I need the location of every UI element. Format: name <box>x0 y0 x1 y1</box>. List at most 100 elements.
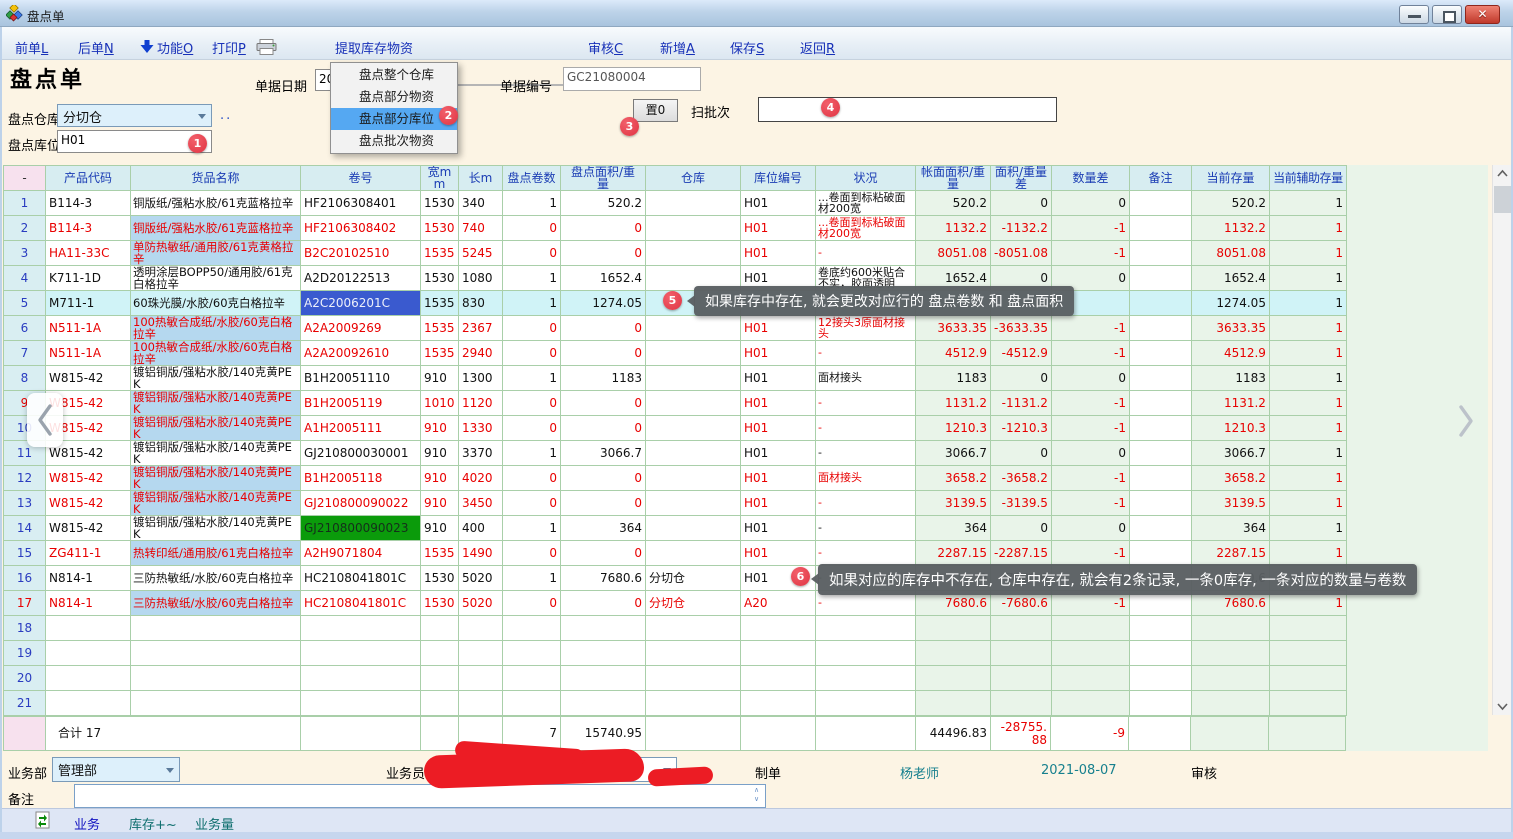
scrollbar-thumb[interactable] <box>1494 186 1511 213</box>
cell-name[interactable]: 单防热敏纸/通用胶/61克黄格拉辛 <box>131 241 301 266</box>
cell-qty[interactable]: 1 <box>503 566 561 591</box>
cell-qty[interactable]: 1 <box>503 516 561 541</box>
cell-width[interactable]: 1530 <box>421 566 459 591</box>
table-row[interactable]: 9W815-42镀铝铜版/强粘水胶/140克黄PEKB1H20051191010… <box>4 391 1347 416</box>
table-row[interactable]: 8W815-42镀铝铜版/强粘水胶/140克黄PEKB1H20051110910… <box>4 366 1347 391</box>
dept-select[interactable]: 管理部 <box>52 757 180 782</box>
cell-stock[interactable] <box>1191 616 1269 641</box>
cell-qty[interactable]: 0 <box>503 491 561 516</box>
cell-diff[interactable]: 0 <box>991 366 1052 391</box>
cell-name[interactable]: 透明涂层BOPP50/通用胶/61克白格拉辛 <box>131 266 301 291</box>
cell-loc[interactable]: H01 <box>741 391 816 416</box>
cell-width[interactable]: 1530 <box>421 191 459 216</box>
table-row[interactable]: 12W815-42镀铝铜版/强粘水胶/140克黄PEKB1H2005118910… <box>4 466 1347 491</box>
cell-stock[interactable]: 1132.2 <box>1191 216 1269 241</box>
cell-note[interactable] <box>1129 366 1191 391</box>
cell-qty[interactable]: 1 <box>503 366 561 391</box>
cell-no[interactable]: 19 <box>4 641 46 666</box>
cell-note[interactable] <box>1129 416 1191 441</box>
cell-status[interactable]: - <box>816 241 916 266</box>
cell-wh[interactable] <box>646 366 741 391</box>
toolbar-item-2[interactable]: 后单N <box>78 38 114 57</box>
cell-width[interactable]: 1535 <box>421 541 459 566</box>
cell-aux[interactable]: 1 <box>1269 516 1346 541</box>
cell-qty[interactable]: 1 <box>503 441 561 466</box>
table-row[interactable]: 3HA11-33C单防热敏纸/通用胶/61克黄格拉辛B2C20102510153… <box>4 241 1347 266</box>
cell-note[interactable] <box>1129 241 1191 266</box>
cell-stock[interactable]: 3066.7 <box>1191 441 1269 466</box>
cell-status[interactable]: - <box>816 441 916 466</box>
scroll-down-icon[interactable] <box>1493 698 1512 715</box>
cell-stock[interactable]: 364 <box>1191 516 1269 541</box>
scan-batch-input[interactable] <box>758 97 1057 122</box>
cell-wh[interactable] <box>646 541 741 566</box>
cell-book[interactable]: 3658.2 <box>916 466 991 491</box>
cell-roll[interactable]: HC2108041801C <box>301 566 421 591</box>
cell-note[interactable] <box>1129 291 1191 316</box>
table-row[interactable]: 13W815-42镀铝铜版/强粘水胶/140克黄PEKGJ21080009002… <box>4 491 1347 516</box>
cell-wh[interactable] <box>646 416 741 441</box>
cell-name[interactable]: 60珠光膜/水胶/60克白格拉辛 <box>131 291 301 316</box>
cell-area[interactable] <box>561 666 646 691</box>
cell-no[interactable]: 1 <box>4 191 46 216</box>
cell-len[interactable]: 1080 <box>459 266 503 291</box>
cell-status[interactable]: - <box>816 341 916 366</box>
cell-width[interactable]: 910 <box>421 491 459 516</box>
cell-wh[interactable] <box>646 241 741 266</box>
cell-width[interactable]: 910 <box>421 516 459 541</box>
table-row[interactable]: 2B114-3铜版纸/强粘水胶/61克蓝格拉辛HF210630840215307… <box>4 216 1347 241</box>
cell-roll[interactable]: B1H20051110 <box>301 366 421 391</box>
cell-qdiff[interactable]: -1 <box>1051 316 1129 341</box>
cell-loc[interactable]: H01 <box>741 341 816 366</box>
cell-roll[interactable] <box>301 666 421 691</box>
table-row[interactable]: 11W815-42镀铝铜版/强粘水胶/140克黄PEKGJ21080003000… <box>4 441 1347 466</box>
cell-no[interactable]: 7 <box>4 341 46 366</box>
cell-width[interactable]: 910 <box>421 416 459 441</box>
table-row[interactable]: 1B114-3铜版纸/强粘水胶/61克蓝格拉辛HF210630840115303… <box>4 191 1347 216</box>
cell-note[interactable] <box>1129 341 1191 366</box>
cell-area[interactable]: 7680.6 <box>561 566 646 591</box>
toolbar-item-6[interactable]: 审核C <box>588 38 623 57</box>
cell-diff[interactable]: -4512.9 <box>991 341 1052 366</box>
cell-code[interactable] <box>46 666 131 691</box>
cell-aux[interactable]: 1 <box>1269 266 1346 291</box>
cell-width[interactable]: 910 <box>421 366 459 391</box>
cell-len[interactable]: 830 <box>459 291 503 316</box>
cell-area[interactable]: 0 <box>561 491 646 516</box>
cell-name[interactable]: 镀铝铜版/强粘水胶/140克黄PEK <box>131 466 301 491</box>
remark-input[interactable] <box>74 784 766 808</box>
table-row-empty[interactable]: 18 <box>4 616 1347 641</box>
cell-no[interactable]: 18 <box>4 616 46 641</box>
cell-name[interactable]: 镀铝铜版/强粘水胶/140克黄PEK <box>131 441 301 466</box>
cell-code[interactable]: W815-42 <box>46 466 131 491</box>
cell-aux[interactable]: 1 <box>1269 191 1346 216</box>
cell-code[interactable]: W815-42 <box>46 516 131 541</box>
cell-diff[interactable] <box>991 691 1052 716</box>
cell-code[interactable]: N511-1A <box>46 341 131 366</box>
cell-wh[interactable] <box>646 191 741 216</box>
cell-status[interactable] <box>816 641 916 666</box>
cell-diff[interactable]: -2287.15 <box>991 541 1052 566</box>
cell-len[interactable]: 5020 <box>459 591 503 616</box>
cell-aux[interactable]: 1 <box>1269 466 1346 491</box>
cell-roll[interactable]: GJ210800090022 <box>301 491 421 516</box>
cell-stock[interactable]: 1183 <box>1191 366 1269 391</box>
cell-qdiff[interactable]: -1 <box>1051 541 1129 566</box>
cell-area[interactable]: 1274.05 <box>561 291 646 316</box>
cell-stock[interactable]: 1652.4 <box>1191 266 1269 291</box>
cell-diff[interactable]: -3658.2 <box>991 466 1052 491</box>
cell-qdiff[interactable] <box>1051 641 1129 666</box>
table-row[interactable]: 10W815-42镀铝铜版/强粘水胶/140克黄PEKA1H2005111910… <box>4 416 1347 441</box>
cell-code[interactable]: M711-1 <box>46 291 131 316</box>
cell-roll[interactable] <box>301 616 421 641</box>
cell-roll[interactable] <box>301 691 421 716</box>
cell-no[interactable]: 14 <box>4 516 46 541</box>
cell-diff[interactable]: -1131.2 <box>991 391 1052 416</box>
cell-len[interactable]: 1490 <box>459 541 503 566</box>
cell-status[interactable]: - <box>816 391 916 416</box>
cell-status[interactable] <box>816 616 916 641</box>
cell-aux[interactable]: 1 <box>1269 241 1346 266</box>
cell-loc[interactable]: H01 <box>741 316 816 341</box>
cell-qdiff[interactable]: 0 <box>1051 516 1129 541</box>
cell-aux[interactable]: 1 <box>1269 316 1346 341</box>
